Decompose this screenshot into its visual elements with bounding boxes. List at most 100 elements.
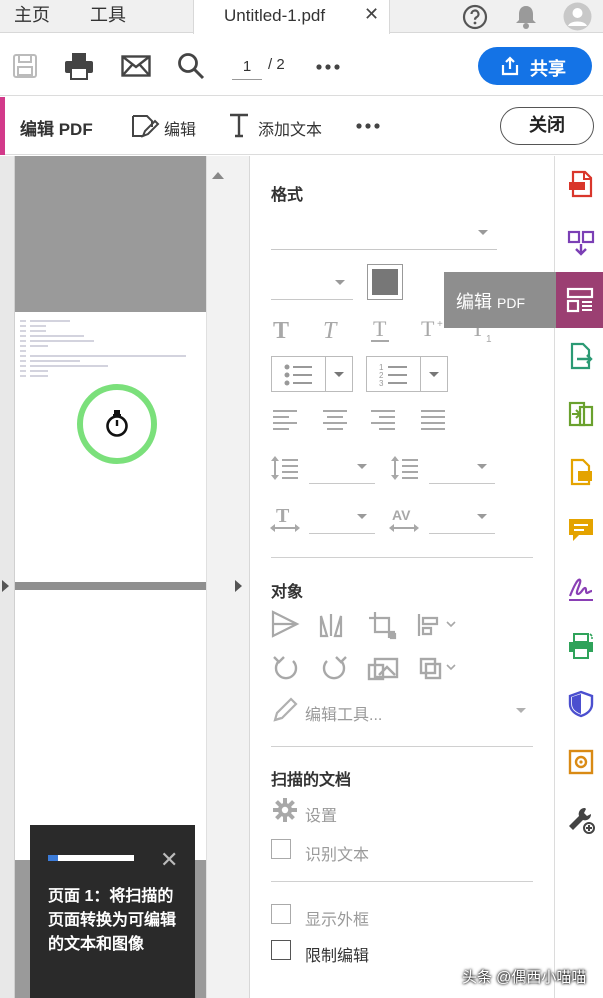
svg-text:T: T — [273, 318, 289, 344]
font-size-dropdown[interactable] — [271, 299, 353, 300]
edit-accent-strip — [0, 97, 5, 155]
svg-text:3: 3 — [379, 379, 384, 387]
comment-icon[interactable] — [567, 516, 595, 544]
tooltip-text: 编辑 — [456, 292, 492, 312]
page-number-input[interactable] — [232, 54, 262, 80]
action-wizard-icon[interactable] — [567, 748, 595, 776]
more-tools-wrench-icon[interactable] — [567, 806, 595, 834]
scanned-docs-section-title: 扫描的文档 — [271, 772, 352, 789]
svg-text:AV: AV — [392, 507, 411, 523]
tab-document[interactable]: Untitled-1.pdf ✕ — [193, 0, 390, 34]
edit-pdf-bar: 编辑 PDF 编辑 添加文本 关闭 — [0, 97, 603, 155]
share-button[interactable]: 共享 — [478, 47, 592, 85]
bullet-list-icon — [284, 364, 312, 386]
pencil-icon — [273, 697, 298, 722]
page-thumbnail-1[interactable] — [15, 312, 206, 582]
print-production-icon[interactable] — [567, 632, 595, 660]
numbered-list-icon: 123 — [379, 363, 407, 387]
restrict-editing-label: 限制编辑 — [305, 948, 370, 965]
add-text-label[interactable]: 添加文本 — [258, 116, 322, 140]
paragraph-spacing-dropdown[interactable] — [429, 483, 495, 484]
tab-home[interactable]: 主页 — [14, 0, 50, 33]
recognize-text-checkbox[interactable] — [271, 839, 291, 859]
tab-tools[interactable]: 工具 — [90, 0, 126, 33]
chevron-down-icon — [477, 514, 487, 519]
page-total: / 2 — [268, 56, 285, 73]
svg-text:1: 1 — [486, 334, 492, 344]
close-button[interactable]: 关闭 — [500, 107, 594, 145]
chevron-down-icon — [357, 464, 367, 469]
more-options-icon[interactable] — [316, 64, 340, 70]
save-icon[interactable] — [12, 53, 38, 79]
edit-button-label[interactable]: 编辑 — [164, 116, 196, 140]
close-tab-icon[interactable]: ✕ — [364, 4, 379, 25]
thumbnail-scrollbar[interactable] — [206, 156, 228, 998]
character-spacing-icon: AV — [389, 507, 419, 532]
paragraph-spacing-icon — [391, 456, 418, 480]
combine-files-icon[interactable] — [567, 228, 595, 256]
comment-file-icon[interactable] — [567, 458, 595, 486]
mail-icon[interactable] — [121, 55, 151, 77]
svg-text:T: T — [323, 318, 338, 344]
object-tools-row1[interactable] — [271, 610, 461, 640]
create-pdf-icon[interactable] — [567, 170, 595, 198]
share-label: 共享 — [530, 59, 566, 79]
character-spacing-dropdown[interactable] — [429, 533, 495, 534]
chevron-down-icon — [357, 514, 367, 519]
restrict-editing-checkbox[interactable] — [271, 940, 291, 960]
tab-bar: 主页 工具 Untitled-1.pdf ✕ — [0, 0, 603, 34]
print-icon[interactable] — [64, 52, 94, 80]
chevron-down-icon — [478, 230, 488, 235]
collapse-pane-icon[interactable] — [235, 580, 242, 592]
show-bounding-box-label: 显示外框 — [305, 912, 370, 929]
format-section-title: 格式 — [271, 187, 304, 204]
show-bounding-box-checkbox[interactable] — [271, 904, 291, 924]
coach-close-icon[interactable]: ✕ — [160, 847, 178, 873]
alignment-icons[interactable] — [273, 410, 473, 430]
line-spacing-dropdown[interactable] — [309, 483, 375, 484]
color-swatch — [372, 269, 398, 295]
recognize-text-label: 识别文本 — [305, 847, 370, 864]
object-section-title: 对象 — [271, 584, 304, 601]
avatar[interactable] — [563, 2, 592, 31]
chevron-down-icon — [516, 708, 526, 713]
edit-icon[interactable] — [130, 111, 160, 141]
coach-progress-track — [48, 855, 134, 861]
chevron-down-icon — [477, 464, 487, 469]
svg-text:T: T — [373, 316, 387, 341]
numbered-list-button[interactable]: 123 — [366, 356, 448, 392]
scroll-up-icon[interactable] — [212, 172, 224, 179]
font-family-dropdown[interactable] — [271, 249, 497, 250]
panel-divider — [228, 156, 250, 998]
loading-spinner — [77, 384, 157, 464]
help-icon[interactable] — [461, 3, 489, 31]
edit-pdf-rail-button[interactable] — [554, 272, 603, 328]
protect-shield-icon[interactable] — [567, 690, 595, 718]
horizontal-scale-dropdown[interactable] — [309, 533, 375, 534]
organize-pages-icon[interactable] — [567, 400, 595, 428]
font-color-picker[interactable] — [367, 264, 403, 300]
chevron-down-icon — [429, 372, 439, 377]
coach-progress-fill — [48, 855, 59, 861]
edit-tools-dropdown[interactable]: 编辑工具... — [305, 701, 382, 725]
add-text-icon[interactable] — [228, 112, 250, 138]
bell-icon[interactable] — [513, 3, 539, 31]
settings-button[interactable]: 设置 — [305, 802, 337, 826]
gear-icon — [273, 798, 297, 822]
svg-text:T: T — [276, 505, 290, 527]
edit-more-icon[interactable] — [356, 123, 380, 129]
main-toolbar: / 2 共享 — [0, 34, 603, 96]
chevron-down-icon — [334, 372, 344, 377]
fill-sign-icon[interactable] — [567, 574, 595, 602]
bullet-list-button[interactable] — [271, 356, 353, 392]
page-thumbnail-top[interactable] — [15, 156, 206, 312]
expand-left-icon[interactable] — [2, 580, 9, 592]
page-thumbnail-2[interactable] — [15, 590, 206, 860]
section-divider — [271, 557, 533, 558]
export-pdf-icon[interactable] — [567, 342, 595, 370]
object-tools-row2[interactable] — [271, 653, 461, 683]
search-icon[interactable] — [177, 52, 205, 80]
page-separator — [15, 582, 206, 590]
stopwatch-icon — [106, 410, 128, 437]
edit-pdf-tooltip: 编辑 PDF — [444, 272, 556, 328]
